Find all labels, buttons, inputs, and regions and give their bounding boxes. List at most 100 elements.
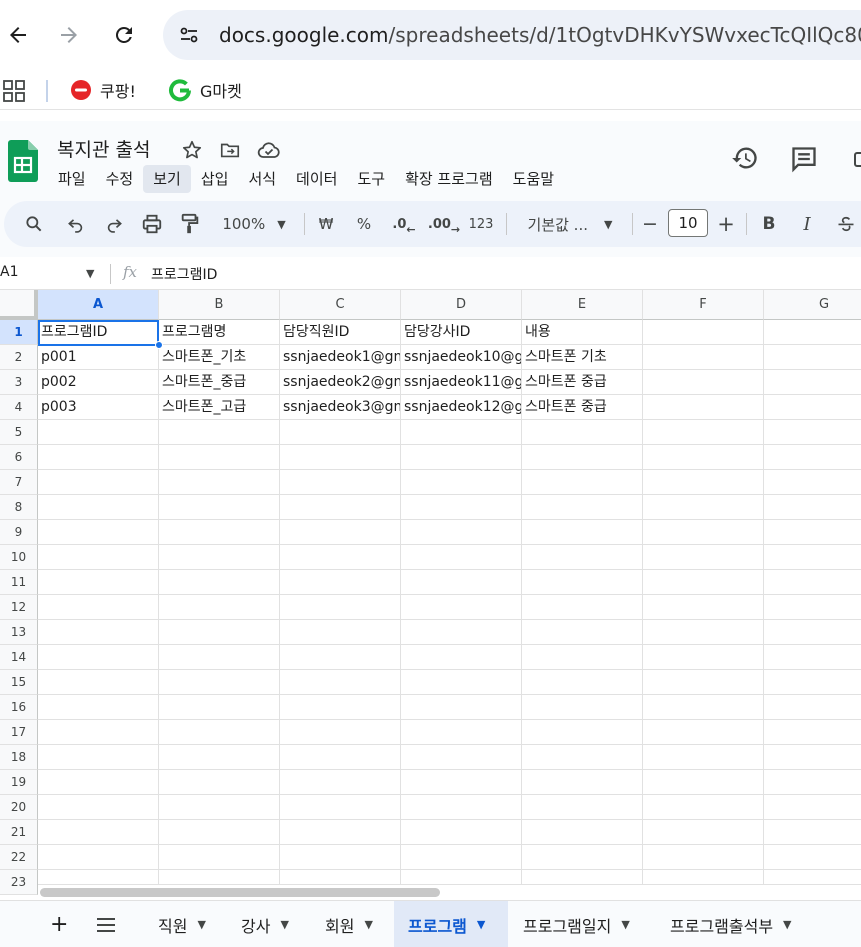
cell-g4[interactable] [764,395,861,420]
cell-a16[interactable] [38,695,159,720]
cell-g8[interactable] [764,495,861,520]
cell-e9[interactable] [522,520,643,545]
cell-d12[interactable] [401,595,522,620]
cell-g12[interactable] [764,595,861,620]
cell-g21[interactable] [764,820,861,845]
apps-grid-icon[interactable] [3,80,25,102]
cell-a6[interactable] [38,445,159,470]
cell-b15[interactable] [159,670,280,695]
row-header[interactable]: 11 [0,570,38,595]
row-header[interactable]: 20 [0,795,38,820]
cell-d20[interactable] [401,795,522,820]
menu-help[interactable]: 도움말 [503,165,564,193]
cell-e11[interactable] [522,570,643,595]
menu-data[interactable]: 데이터 [286,165,347,193]
redo-button[interactable] [100,201,128,247]
version-history-icon[interactable] [731,144,759,172]
row-header[interactable]: 2 [0,345,38,370]
cell-d5[interactable] [401,420,522,445]
cell-f1[interactable] [643,320,764,345]
cell-a5[interactable] [38,420,159,445]
scrollbar-thumb[interactable] [40,888,440,897]
cell-c12[interactable] [280,595,401,620]
formula-input[interactable]: 프로그램ID [151,264,217,284]
cell-e20[interactable] [522,795,643,820]
menu-edit[interactable]: 수정 [96,165,144,193]
cell-c2[interactable]: ssnjaedeok1@gmail.com [280,345,401,370]
cell-b5[interactable] [159,420,280,445]
cloud-saved-icon[interactable] [257,139,281,161]
row-header[interactable]: 14 [0,645,38,670]
cell-c17[interactable] [280,720,401,745]
cell-f20[interactable] [643,795,764,820]
cell-d9[interactable] [401,520,522,545]
cell-a12[interactable] [38,595,159,620]
cell-g5[interactable] [764,420,861,445]
row-header[interactable]: 4 [0,395,38,420]
row-header[interactable]: 3 [0,370,38,395]
cell-e17[interactable] [522,720,643,745]
row-header[interactable]: 5 [0,420,38,445]
cell-b9[interactable] [159,520,280,545]
cell-b3[interactable]: 스마트폰_중급 [159,370,280,395]
cell-c9[interactable] [280,520,401,545]
cell-f16[interactable] [643,695,764,720]
cell-f6[interactable] [643,445,764,470]
menu-insert[interactable]: 삽입 [191,165,239,193]
star-icon[interactable] [181,139,203,161]
cell-e18[interactable] [522,745,643,770]
all-sheets-button[interactable] [82,901,130,947]
reload-button[interactable] [106,17,142,53]
cell-g14[interactable] [764,645,861,670]
cell-f7[interactable] [643,470,764,495]
cell-d15[interactable] [401,670,522,695]
cell-f17[interactable] [643,720,764,745]
cell-c22[interactable] [280,845,401,870]
row-header[interactable]: 16 [0,695,38,720]
cell-g22[interactable] [764,845,861,870]
cell-c1[interactable]: 담당직원ID [280,320,401,345]
italic-button[interactable]: I [796,201,818,247]
cell-d11[interactable] [401,570,522,595]
cell-c10[interactable] [280,545,401,570]
cell-f3[interactable] [643,370,764,395]
cell-d19[interactable] [401,770,522,795]
cell-f2[interactable] [643,345,764,370]
cell-c16[interactable] [280,695,401,720]
cell-g16[interactable] [764,695,861,720]
cell-a8[interactable] [38,495,159,520]
menu-tools[interactable]: 도구 [347,165,395,193]
cell-d4[interactable]: ssnjaedeok12@gmail.com [401,395,522,420]
decrease-decimal-button[interactable]: .0 ← [388,201,420,247]
cell-c14[interactable] [280,645,401,670]
document-title[interactable]: 복지관 출석 [57,135,150,162]
row-header[interactable]: 19 [0,770,38,795]
sheet-tab-employees[interactable]: 직원 ▼ [144,901,220,947]
cell-d10[interactable] [401,545,522,570]
cell-f4[interactable] [643,395,764,420]
cell-c18[interactable] [280,745,401,770]
format-percent-button[interactable]: % [352,201,376,247]
format-currency-button[interactable]: ₩ [314,201,338,247]
row-header[interactable]: 15 [0,670,38,695]
cell-e8[interactable] [522,495,643,520]
sheet-tab-program-log[interactable]: 프로그램일지 ▼ [509,901,644,947]
spreadsheet-grid[interactable]: A B C D E F G 1 2 3 4 5 6 7 8 9 10 11 12… [0,290,861,900]
cell-d6[interactable] [401,445,522,470]
undo-button[interactable] [62,201,90,247]
sheet-tab-members[interactable]: 회원 ▼ [311,901,387,947]
row-header[interactable]: 17 [0,720,38,745]
cell-a11[interactable] [38,570,159,595]
cell-b19[interactable] [159,770,280,795]
cell-b18[interactable] [159,745,280,770]
strikethrough-button[interactable] [834,201,858,247]
cell-d22[interactable] [401,845,522,870]
cell-c13[interactable] [280,620,401,645]
cell-a20[interactable] [38,795,159,820]
cell-f14[interactable] [643,645,764,670]
cell-e10[interactable] [522,545,643,570]
cell-a18[interactable] [38,745,159,770]
cell-c4[interactable]: ssnjaedeok3@gmail.com [280,395,401,420]
search-menus-button[interactable] [20,201,48,247]
cell-b20[interactable] [159,795,280,820]
